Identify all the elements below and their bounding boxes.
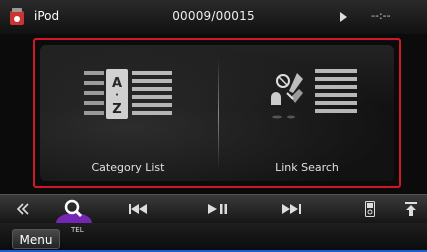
category-list-button[interactable]: A · Z Category List xyxy=(40,45,216,181)
svg-text:Z: Z xyxy=(112,102,121,117)
search-button[interactable] xyxy=(54,195,94,223)
control-bar xyxy=(0,194,427,223)
search-icon xyxy=(56,199,92,223)
tel-indicator: TEL xyxy=(71,226,84,234)
next-track-button[interactable] xyxy=(277,195,307,223)
double-chevron-left-icon xyxy=(16,203,29,215)
category-list-icon: A · Z xyxy=(84,69,172,119)
screen: iPod 00009/00015 --:-- A · Z Category Li… xyxy=(0,0,427,252)
previous-track-button[interactable] xyxy=(124,195,154,223)
category-list-label: Category List xyxy=(91,161,165,174)
track-counter: 00009/00015 xyxy=(172,9,255,23)
time-display: --:-- xyxy=(371,9,391,22)
search-mode-panel: A · Z Category List Link Search xyxy=(33,38,401,188)
panel-background: A · Z Category List Link Search xyxy=(40,45,394,181)
play-indicator-icon xyxy=(340,12,347,22)
play-pause-icon xyxy=(208,204,227,214)
previous-track-icon xyxy=(129,204,147,214)
ipod-control-button[interactable] xyxy=(360,195,380,223)
link-search-icon xyxy=(271,69,357,119)
eject-button[interactable] xyxy=(401,195,421,223)
eject-icon xyxy=(405,202,417,216)
play-pause-button[interactable] xyxy=(203,195,233,223)
bottom-bar: Menu TEL xyxy=(0,223,427,252)
previous-page-button[interactable] xyxy=(8,195,38,223)
link-search-label: Link Search xyxy=(275,161,339,174)
status-bar: iPod 00009/00015 --:-- xyxy=(0,0,427,34)
svg-text:A: A xyxy=(112,76,122,91)
ipod-device-icon xyxy=(365,201,375,217)
menu-button[interactable]: Menu xyxy=(12,229,60,249)
link-search-button[interactable]: Link Search xyxy=(219,45,394,181)
next-track-icon xyxy=(282,204,301,214)
svg-text:·: · xyxy=(115,90,119,101)
